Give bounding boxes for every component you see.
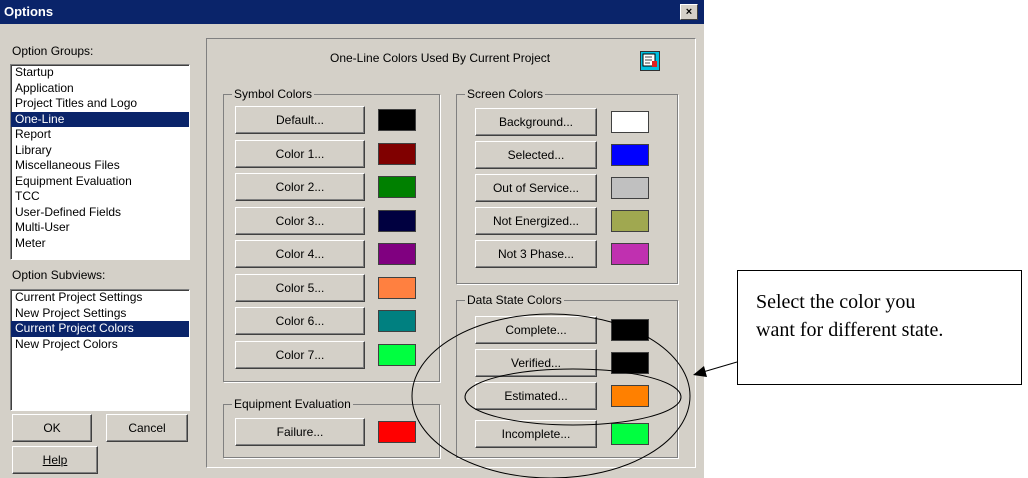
data-state-ellipse bbox=[411, 313, 691, 478]
callout-arrow-line bbox=[702, 361, 738, 373]
annotation-overlay bbox=[411, 313, 738, 478]
estimated-ellipse bbox=[464, 368, 682, 426]
callout-arrow-head bbox=[693, 366, 707, 377]
